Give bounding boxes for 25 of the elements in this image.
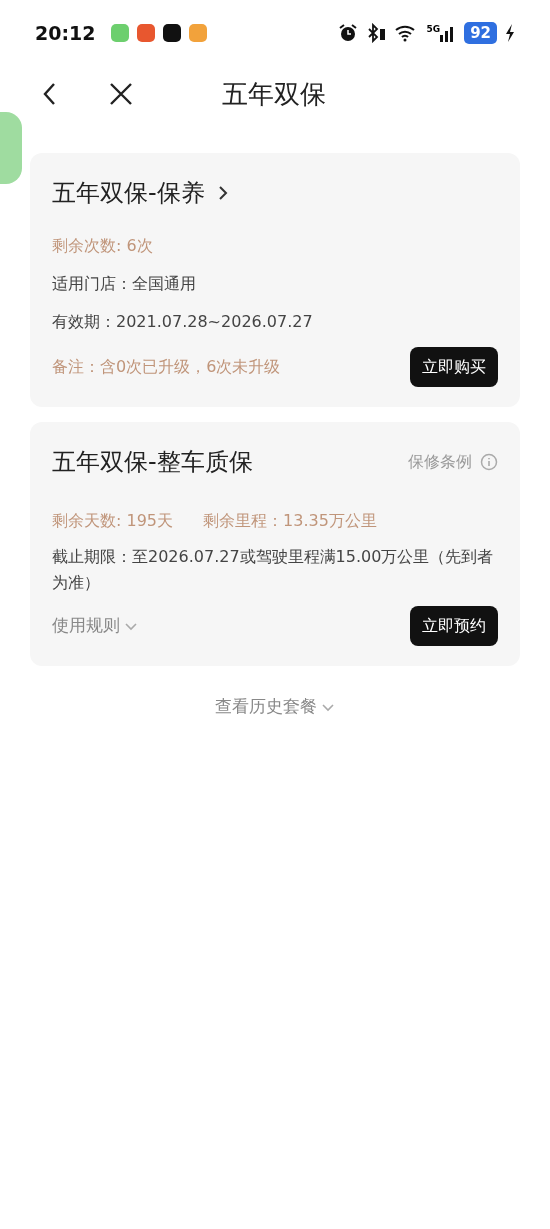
card-title[interactable]: 五年双保-保养 xyxy=(52,175,205,211)
action-button[interactable]: 立即购买 xyxy=(410,347,498,387)
status-time: 20:12 xyxy=(35,20,96,46)
chevron-right-icon[interactable] xyxy=(216,184,229,202)
action-button[interactable]: 立即预约 xyxy=(410,606,498,646)
app-notification-icon xyxy=(137,24,156,42)
app-notification-icon xyxy=(189,24,208,42)
info-text: 剩余次数: 6次 xyxy=(52,235,153,257)
history-packages-link[interactable]: 查看历史套餐 xyxy=(215,694,317,720)
battery-level: 92 xyxy=(464,21,497,45)
network-label: 5G xyxy=(426,24,441,34)
page-title: 五年双保 xyxy=(222,77,326,111)
close-icon[interactable] xyxy=(108,81,134,107)
alarm-icon xyxy=(338,23,359,43)
info-text: 备注：含0次已升级，6次未升级 xyxy=(52,356,281,378)
info-text: 截止期限：至2026.07.27或驾驶里程满15.00万公里（先到者为准） xyxy=(52,546,495,594)
info-text: 适用门店：全国通用 xyxy=(52,273,196,295)
info-text: 有效期：2021.07.28~2026.07.27 xyxy=(52,311,313,333)
card-title: 五年双保-整车质保 xyxy=(52,447,253,478)
info-text: 剩余天数: 195天 xyxy=(52,510,173,532)
bluetooth-icon xyxy=(366,23,387,43)
info-text: 剩余里程：13.35万公里 xyxy=(203,510,377,532)
charging-icon xyxy=(505,24,515,42)
app-notification-icon xyxy=(111,24,130,42)
app-notification-icon xyxy=(163,24,182,42)
